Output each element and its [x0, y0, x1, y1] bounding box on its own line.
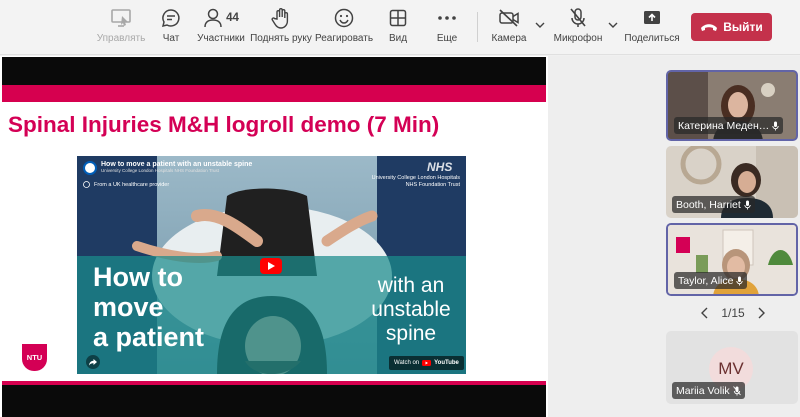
big-title-left: How to move a patient — [93, 262, 205, 352]
embedded-video[interactable]: How to move a patient with an unstable s… — [77, 156, 466, 374]
mic-icon — [744, 200, 751, 209]
video-info-header: How to move a patient with an unstable s… — [83, 161, 252, 175]
mic-button[interactable]: Микрофон — [552, 6, 604, 50]
people-icon — [204, 8, 222, 28]
participant-tile[interactable]: Катерина Меден… — [666, 70, 798, 141]
mic-off-icon — [568, 6, 588, 30]
mic-options-chevron-icon[interactable] — [608, 20, 618, 30]
watch-on-youtube-button[interactable]: Watch on YouTube — [389, 356, 464, 370]
grid-icon — [388, 6, 408, 30]
healthcare-provider-note: From a UK healthcare provider — [83, 181, 169, 188]
meeting-toolbar: Управлять Чат 44 Участники Поднять руку … — [0, 0, 800, 55]
more-button[interactable]: Еще — [436, 6, 458, 50]
phone-hangup-icon — [701, 24, 718, 31]
participant-tile[interactable]: MV Mariia Volik — [666, 331, 798, 404]
camera-options-chevron-icon[interactable] — [535, 20, 545, 30]
camera-button[interactable]: Камера — [490, 6, 528, 50]
slide-top-pink-bar — [2, 85, 546, 102]
react-button[interactable]: Реагировать — [315, 6, 373, 50]
nhs-logo: NHS — [427, 160, 453, 174]
view-button[interactable]: Вид — [386, 6, 410, 50]
mic-icon — [736, 276, 744, 285]
leave-button[interactable]: Выйти — [691, 13, 772, 41]
slide-bottom-black-bar — [2, 385, 546, 417]
slide-title: Spinal Injuries M&H logroll demo (7 Min) — [8, 112, 440, 137]
mic-off-icon — [732, 385, 741, 395]
participant-tile[interactable]: Taylor, Alice — [666, 223, 798, 296]
camera-off-icon — [498, 6, 520, 30]
pager-label: 1/15 — [721, 306, 745, 320]
hand-icon — [271, 6, 291, 30]
participant-tile[interactable]: Booth, Harriet — [666, 146, 798, 218]
control-button[interactable]: Управлять — [97, 6, 145, 50]
participant-name: Mariia Volik — [672, 382, 745, 399]
more-icon — [437, 6, 457, 30]
toolbar-divider — [477, 12, 478, 42]
chat-icon — [160, 6, 182, 30]
video-title[interactable]: How to move a patient with an unstable s… — [101, 161, 252, 168]
share-video-icon[interactable] — [86, 355, 100, 369]
participant-name: Taylor, Alice — [674, 272, 748, 289]
participants-count: 44 — [226, 12, 239, 24]
chevron-left-icon[interactable] — [700, 307, 710, 319]
verified-icon — [83, 181, 90, 188]
raise-hand-button[interactable]: Поднять руку — [250, 6, 312, 50]
mic-icon — [772, 121, 779, 130]
youtube-logo-icon — [422, 360, 432, 366]
video-channel: University College London Hospitals NHS … — [101, 168, 220, 173]
participant-name: Катерина Меден… — [674, 117, 784, 134]
control-icon — [110, 6, 132, 30]
chat-button[interactable]: Чат — [158, 6, 184, 50]
participants-button[interactable]: 44 Участники — [197, 6, 245, 50]
channel-avatar — [83, 161, 97, 175]
tile-pager: 1/15 — [700, 305, 766, 321]
trust-name: University College London Hospitals NHS … — [371, 175, 460, 188]
chevron-right-icon[interactable] — [756, 307, 766, 319]
slide-top-black-bar — [2, 57, 546, 85]
play-icon — [268, 262, 275, 270]
participant-name: Booth, Harriet — [672, 196, 755, 213]
emoji-icon — [333, 6, 355, 30]
share-button[interactable]: Поделиться — [624, 6, 680, 50]
share-screen-icon — [641, 6, 663, 30]
ntu-logo: NTU — [22, 344, 47, 371]
big-title-right: with an unstable spine — [371, 274, 451, 345]
youtube-play-button[interactable] — [260, 258, 282, 274]
